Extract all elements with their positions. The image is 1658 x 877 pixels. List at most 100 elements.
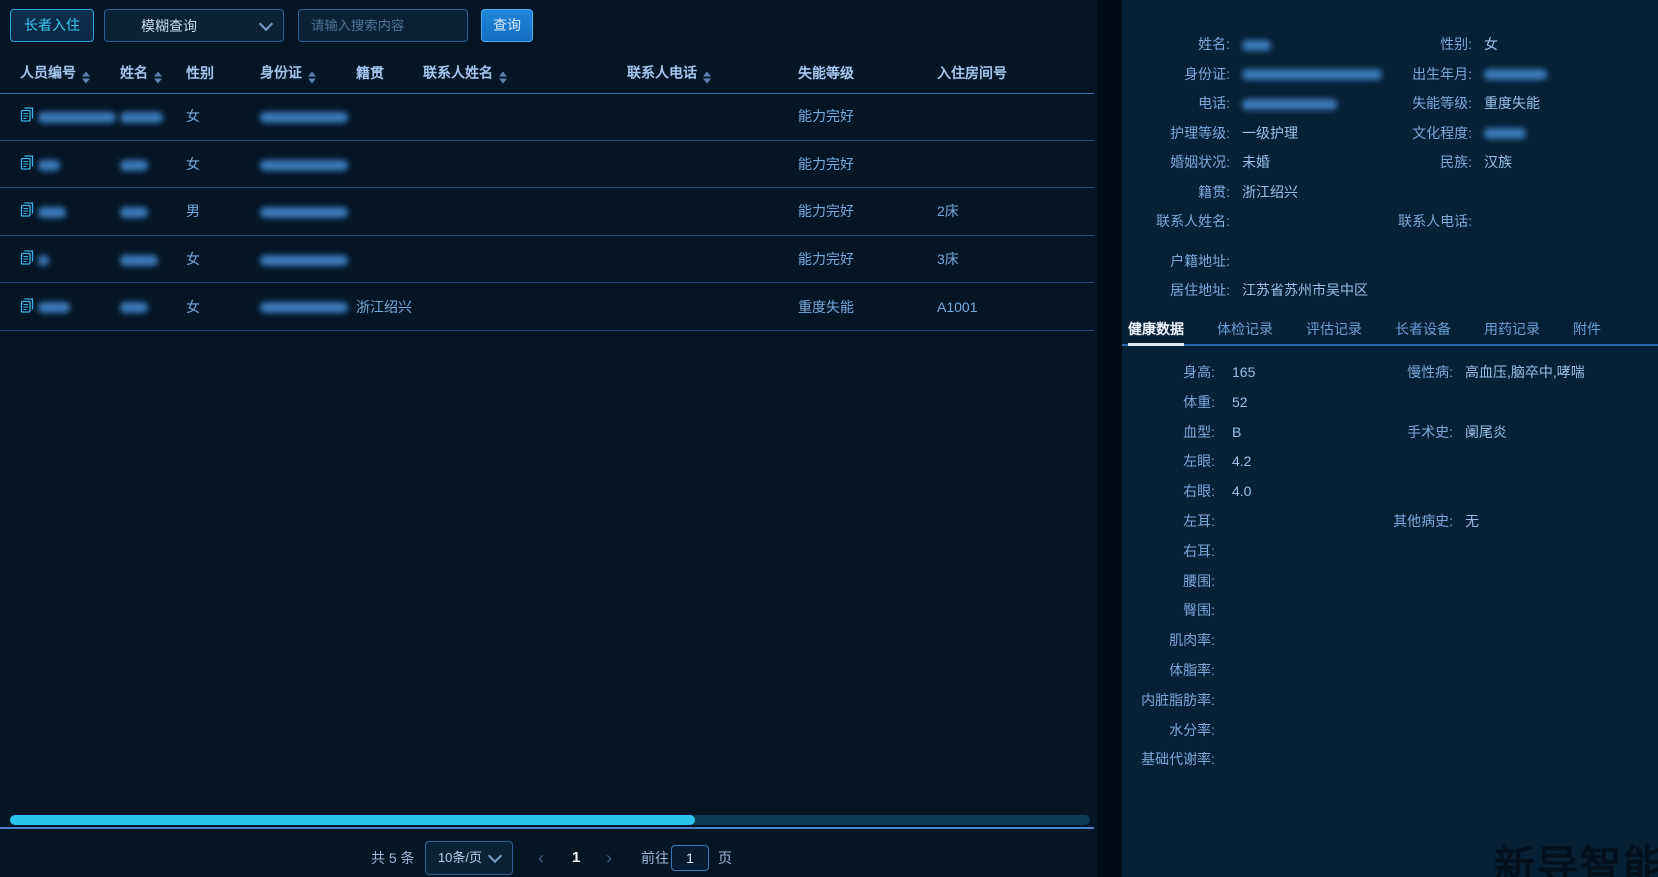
info-label: 性别: (1380, 30, 1472, 60)
info-label: 民族: (1380, 148, 1472, 178)
health-label: 腰围: (1122, 567, 1215, 597)
copy-icon[interactable] (20, 202, 34, 221)
health-label: 身高: (1122, 358, 1215, 388)
query-mode-select[interactable]: 模糊查询 (104, 9, 284, 42)
health-value: B (1232, 418, 1241, 448)
gender-cell: 女 (186, 297, 200, 317)
sort-icon[interactable] (154, 71, 162, 83)
health-row: 身高: 165 慢性病: 高血压,脑卒中,哮喘 (1122, 358, 1658, 388)
info-label: 身份证: (1122, 60, 1230, 90)
health-data-section: 身高: 165 慢性病: 高血压,脑卒中,哮喘 体重: 52 血型: B 手术史… (1122, 358, 1658, 775)
current-page-button[interactable]: 1 (572, 841, 580, 875)
info-value: 江苏省苏州市吴中区 (1242, 276, 1368, 306)
room-cell: 2床 (937, 201, 959, 221)
column-header-disability-level: 失能等级 (798, 63, 854, 83)
table-row[interactable]: 女 能力完好 3床 (0, 236, 1094, 284)
copy-icon[interactable] (20, 297, 34, 316)
info-value: 未婚 (1242, 148, 1270, 178)
health-value: 高血压,脑卒中,哮喘 (1465, 358, 1585, 388)
resident-list-panel: 长者入住 模糊查询 查询 人员编号 姓名 性别 身份证 籍贯 联系人姓名 联系人… (0, 0, 1097, 877)
chevron-down-icon (259, 16, 273, 30)
info-row: 居住地址: 江苏省苏州市吴中区 (1122, 276, 1658, 306)
table-row[interactable]: 女 浙江绍兴 重度失能 A1001 (0, 283, 1094, 331)
health-row: 左眼: 4.2 (1122, 447, 1658, 477)
detail-tab[interactable]: 长者设备 (1395, 314, 1451, 344)
page-size-select[interactable]: 10条/页 (425, 841, 513, 875)
prev-page-button[interactable]: ‹ (538, 841, 544, 875)
copy-icon[interactable] (20, 107, 34, 126)
health-row: 肌肉率: (1122, 626, 1658, 656)
info-label: 联系人姓名: (1122, 207, 1230, 237)
column-header-person-id[interactable]: 人员编号 (20, 62, 90, 83)
person-name-redacted (120, 108, 163, 124)
admit-elder-button[interactable]: 长者入住 (10, 9, 94, 42)
search-input[interactable] (298, 9, 468, 42)
table-row[interactable]: 男 能力完好 2床 (0, 188, 1094, 236)
health-label: 血型: (1122, 418, 1215, 448)
info-label: 电话: (1122, 89, 1230, 119)
health-value: 165 (1232, 358, 1255, 388)
detail-tab[interactable]: 附件 (1573, 314, 1601, 344)
id-card-redacted (260, 108, 348, 124)
detail-tab[interactable]: 体检记录 (1217, 314, 1273, 344)
health-value: 4.0 (1232, 477, 1251, 507)
info-label: 文化程度: (1380, 119, 1472, 149)
room-cell: 3床 (937, 249, 959, 269)
sort-icon[interactable] (703, 71, 711, 83)
sort-icon[interactable] (499, 71, 507, 83)
id-card-redacted (260, 156, 348, 172)
health-row: 体重: 52 (1122, 388, 1658, 418)
detail-tab[interactable]: 健康数据 (1128, 314, 1184, 344)
horizontal-scrollbar-thumb[interactable] (10, 815, 695, 825)
health-row: 基础代谢率: (1122, 745, 1658, 775)
info-label: 失能等级: (1380, 89, 1472, 119)
copy-icon[interactable] (20, 250, 34, 269)
detail-tab[interactable]: 评估记录 (1306, 314, 1362, 344)
column-header-contact-phone[interactable]: 联系人电话 (627, 62, 711, 83)
sort-icon[interactable] (82, 71, 90, 83)
info-value: 浙江绍兴 (1242, 178, 1298, 208)
person-id-redacted (38, 108, 116, 124)
id-card-redacted (260, 299, 348, 315)
gender-cell: 男 (186, 201, 200, 221)
next-page-button[interactable]: › (606, 841, 612, 875)
column-header-name[interactable]: 姓名 (120, 62, 162, 83)
column-header-native-place: 籍贯 (356, 63, 384, 83)
health-row: 血型: B 手术史: 阑尾炎 (1122, 418, 1658, 448)
info-label: 出生年月: (1380, 60, 1472, 90)
table-row[interactable]: 女 能力完好 (0, 141, 1094, 189)
person-id-redacted (38, 156, 60, 172)
page-size-value: 10条/页 (438, 841, 482, 875)
gender-cell: 女 (186, 154, 200, 174)
health-label: 体重: (1122, 388, 1215, 418)
native-place-cell: 浙江绍兴 (356, 297, 412, 317)
info-value: 重度失能 (1484, 89, 1540, 119)
health-label: 慢性病: (1353, 358, 1453, 388)
sort-icon[interactable] (308, 71, 316, 83)
health-label: 体脂率: (1122, 656, 1215, 686)
copy-icon[interactable] (20, 154, 34, 173)
column-header-gender: 性别 (186, 63, 214, 83)
detail-tab[interactable]: 用药记录 (1484, 314, 1540, 344)
info-value (1484, 60, 1547, 90)
person-name-redacted (120, 299, 148, 315)
person-id-redacted (38, 251, 49, 267)
detail-tabs: 健康数据 体检记录 评估记录 长者设备 用药记录 附件 (1122, 314, 1658, 346)
health-label: 其他病史: (1353, 507, 1453, 537)
search-button[interactable]: 查询 (481, 9, 533, 42)
info-value: 汉族 (1484, 148, 1512, 178)
column-header-contact-name[interactable]: 联系人姓名 (423, 62, 507, 83)
health-label: 右眼: (1122, 477, 1215, 507)
disability-level-cell: 能力完好 (798, 201, 854, 221)
info-label: 户籍地址: (1122, 247, 1230, 277)
table-row[interactable]: 女 能力完好 (0, 93, 1094, 141)
column-header-id-card[interactable]: 身份证 (260, 62, 316, 83)
disability-level-cell: 能力完好 (798, 106, 854, 126)
horizontal-scrollbar-track[interactable] (10, 815, 1090, 825)
person-id-redacted (38, 299, 70, 315)
health-value: 52 (1232, 388, 1248, 418)
health-value: 无 (1465, 507, 1479, 537)
health-label: 左耳: (1122, 507, 1215, 537)
person-id-redacted (38, 203, 66, 219)
goto-page-input[interactable] (671, 845, 709, 871)
